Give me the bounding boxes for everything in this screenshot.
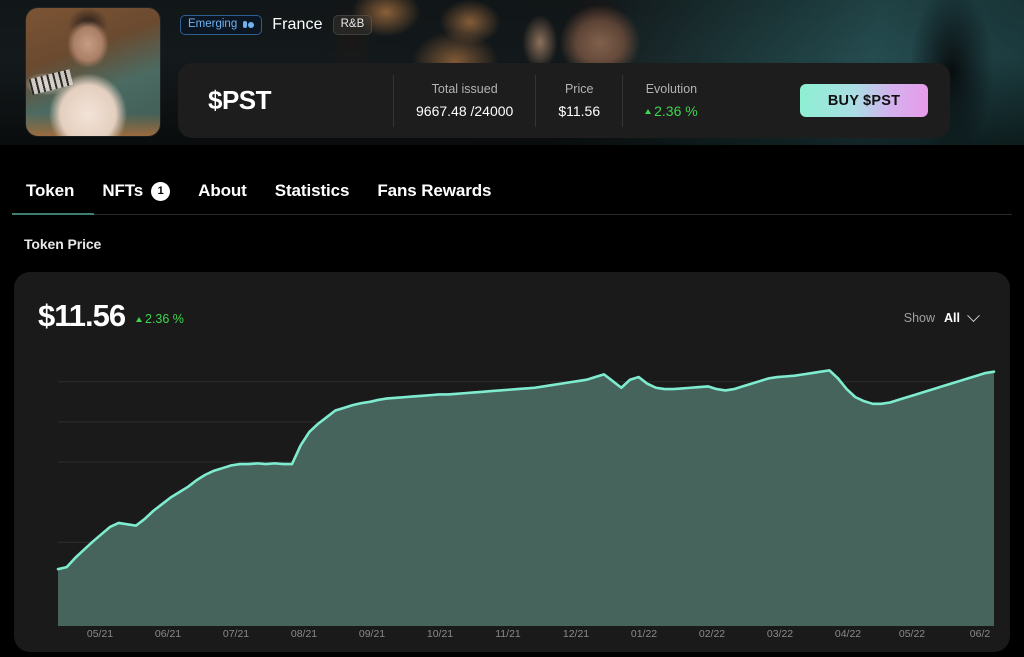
tab-nfts-label: NFTs (102, 181, 144, 200)
tab-statistics-label: Statistics (274, 181, 350, 200)
stat-total-issued-value: 9667.48 /24000 (416, 103, 514, 119)
x-axis-tick: 07/21 (222, 628, 250, 640)
chart-header: $11.56 2.36 % Show All (14, 272, 1010, 348)
tab-nfts-badge: 1 (151, 181, 171, 201)
badge-emerging-label: Emerging (188, 18, 238, 30)
stat-price-value: $11.56 (558, 103, 601, 119)
chart-x-axis: 05/21 06/21 07/21 08/21 09/21 10/21 11/21 12/21… (0, 628, 1024, 654)
x-axis-tick: 06/21 (154, 628, 182, 640)
stat-price-label: Price (564, 82, 594, 96)
chart-evolution-number: 2.36 % (145, 312, 184, 326)
token-ticker: $PST (208, 85, 272, 115)
emerging-icon (243, 21, 255, 29)
chart-price: $11.56 (38, 298, 126, 333)
stat-total-issued-label: Total issued (431, 82, 498, 96)
price-chart[interactable] (14, 348, 1010, 652)
buy-token-button[interactable]: BUY $PST (800, 84, 928, 117)
token-page: Emerging France R&B $PST Total issued 96… (0, 0, 1024, 657)
token-stats-bar: $PST Total issued 9667.48 /24000 Price $… (178, 63, 950, 138)
stat-evolution-label: Evolution (645, 82, 698, 96)
x-axis-tick: 10/21 (426, 628, 454, 640)
show-range-dropdown[interactable]: Show All (903, 308, 980, 325)
x-axis-tick: 06/2 (969, 628, 991, 640)
stat-evolution-number: 2.36 % (654, 103, 698, 119)
x-axis-tick: 12/21 (562, 628, 590, 640)
x-axis-tick: 05/21 (86, 628, 114, 640)
tab-token[interactable]: Token (26, 168, 88, 214)
stat-evolution-value: 2.36 % (645, 103, 698, 119)
show-label: Show (903, 311, 936, 325)
token-price-card: $11.56 2.36 % Show All (14, 272, 1010, 652)
price-chart-svg (56, 369, 996, 626)
chart-area (58, 370, 994, 626)
stat-total-issued: Total issued 9667.48 /24000 (393, 74, 535, 127)
tab-nfts[interactable]: NFTs 1 (88, 168, 184, 214)
chart-evolution: 2.36 % (136, 312, 184, 326)
tab-bar: Token NFTs 1 About Statistics Fans Rewar… (0, 168, 1024, 216)
chevron-down-icon (967, 308, 980, 322)
x-axis-tick: 03/22 (766, 628, 794, 640)
x-axis-tick: 05/22 (898, 628, 926, 640)
stat-price: Price $11.56 (535, 74, 622, 127)
tab-token-label: Token (26, 181, 75, 200)
x-axis-tick: 02/22 (698, 628, 726, 640)
section-title: Token Price (24, 236, 102, 252)
show-value: All (944, 311, 960, 325)
badge-country: France (272, 15, 323, 33)
avatar[interactable] (26, 8, 160, 136)
piano-keys-detail (28, 69, 74, 95)
tab-fans-rewards-label: Fans Rewards (377, 181, 492, 200)
x-axis-tick: 01/22 (630, 628, 658, 640)
tab-about-label: About (198, 181, 247, 200)
tab-fans-rewards[interactable]: Fans Rewards (363, 168, 505, 214)
artist-badges: Emerging France R&B (180, 15, 373, 35)
x-axis-tick: 11/21 (495, 628, 521, 640)
caret-up-icon (136, 316, 142, 322)
x-axis-tick: 04/22 (834, 628, 862, 640)
caret-up-icon (645, 108, 652, 114)
tab-about[interactable]: About (184, 168, 261, 214)
x-axis-tick: 09/21 (358, 628, 386, 640)
badge-emerging[interactable]: Emerging (180, 15, 263, 35)
tab-statistics[interactable]: Statistics (261, 168, 364, 214)
stat-evolution: Evolution 2.36 % (622, 74, 720, 127)
badge-genre: R&B (332, 15, 373, 35)
x-axis-tick: 08/21 (290, 628, 318, 640)
